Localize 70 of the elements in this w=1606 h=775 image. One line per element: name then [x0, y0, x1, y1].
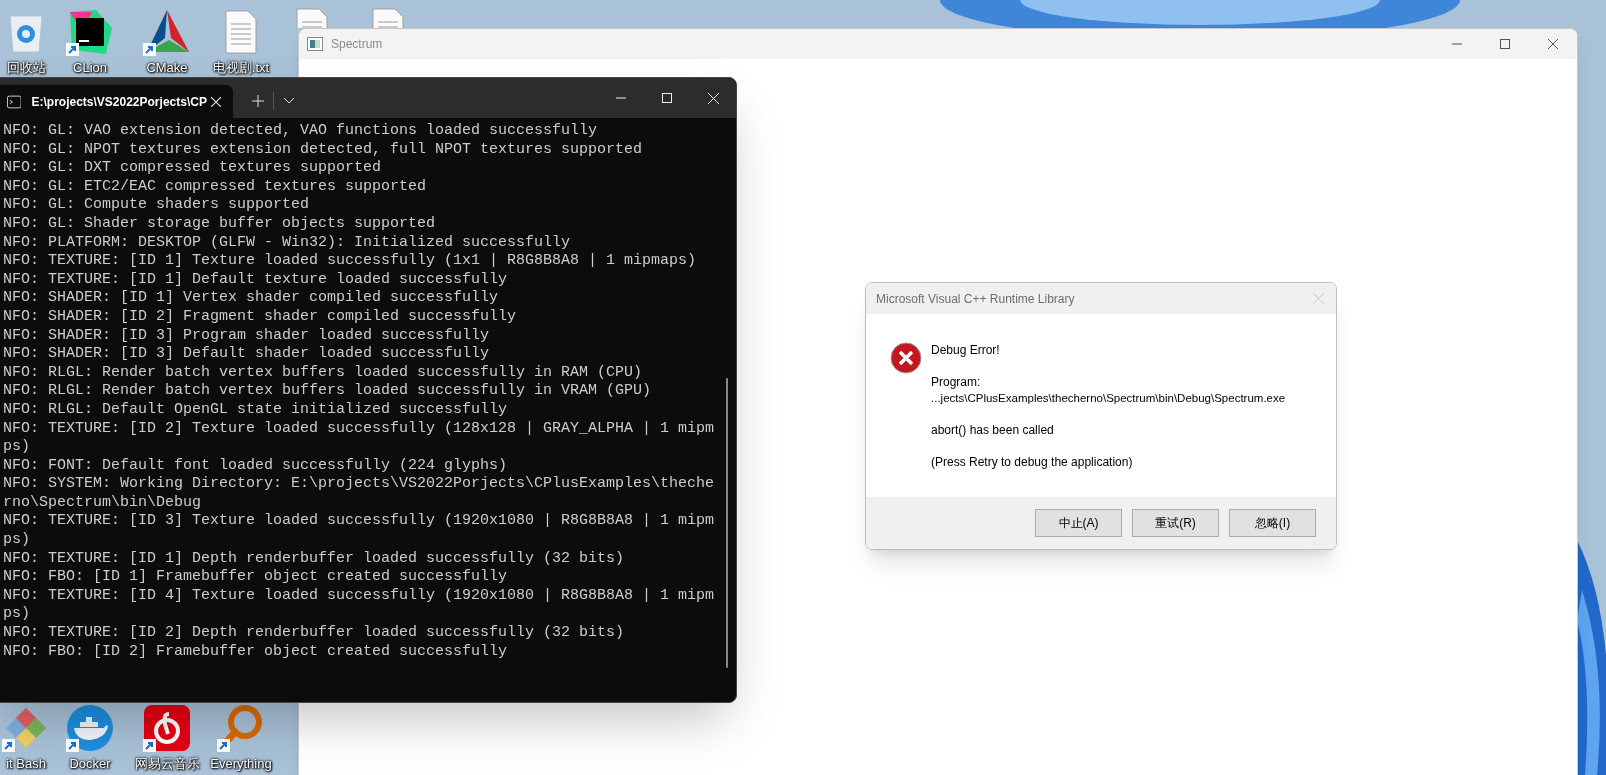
console-line: NFO: SHADER: [ID 1] Vertex shader compiled successfully: [3, 289, 500, 308]
console-line: NFO: SHADER: [ID 3] Default shader loaded successfully: [3, 345, 491, 364]
desktop-icon-label: it Bash: [6, 756, 46, 772]
shortcut-arrow-icon: [2, 739, 15, 752]
tab-title: E:\projects\VS2022Porjects\CP: [31, 93, 207, 111]
desktop-icon-label: CLion: [73, 60, 107, 76]
window-icon: [307, 37, 323, 51]
console-line: NFO: TEXTURE: [ID 1] Depth renderbuffer loaded successfully (32 bits): [3, 549, 626, 569]
program-path: ...jects\CPlusExamples\thecherno\Spectrum\bin\Debug\Spectrum.exe: [931, 391, 1286, 406]
console-line: NFO: PLATFORM: DESKTOP (GLFW - Win32): Initialized successfully: [3, 233, 572, 253]
desktop-icon-label: Docker: [69, 756, 111, 772]
desktop-icon-label: Everything: [210, 756, 272, 772]
close-icon: [1313, 293, 1324, 304]
dialog-button[interactable]: 重试(R): [1132, 509, 1219, 537]
close-icon: [210, 96, 221, 107]
desktop-icon-label: 电视剧.txt: [212, 60, 270, 76]
shortcut-arrow-icon: [66, 739, 79, 752]
console-line: NFO: GL: DXT compressed textures supported: [3, 159, 383, 178]
diamond-icon: [4, 706, 48, 750]
console-line: rno\Spectrum\bin\Debug: [3, 493, 203, 513]
hint-text: (Press Retry to debug the application): [931, 454, 1134, 470]
console-line: NFO: RLGL: Render batch vertex buffers loaded successfully in RAM (CPU): [3, 363, 644, 383]
chevron-down-icon: [284, 98, 294, 104]
console-line: NFO: TEXTURE: [ID 2] Depth renderbuffer loaded successfully (32 bits): [3, 624, 626, 643]
shortcut-arrow-icon: [217, 739, 230, 752]
desktop-icon-label: CMake: [146, 60, 188, 76]
console-line: NFO: GL: NPOT textures extension detected, full NPOT textures supported: [3, 140, 644, 160]
desktop-icon-label: 回收站: [6, 60, 46, 76]
music-app-icon: [143, 704, 191, 752]
console-line: ps): [3, 438, 31, 457]
dialog-button[interactable]: 忽略(I): [1229, 509, 1316, 537]
dialog-title: Microsoft Visual C++ Runtime Library: [876, 290, 1075, 308]
close-icon: [707, 92, 719, 104]
window-title: Spectrum: [331, 36, 383, 53]
program-label: Program:: [931, 374, 982, 390]
terminal-icon: [7, 94, 22, 109]
error-icon: [890, 342, 922, 374]
console-line: NFO: GL: Shader storage buffer objects supported: [3, 214, 437, 234]
console-line: NFO: RLGL: Default OpenGL state initialized successfully: [3, 400, 509, 420]
console-line: NFO: FONT: Default font loaded successfully (224 glyphs): [3, 456, 509, 476]
plus-icon: [252, 95, 264, 107]
shortcut-arrow-icon: [143, 739, 156, 752]
console-line: NFO: TEXTURE: [ID 4] Texture loaded successfully (1920x1080 | R8G8B8A8 | 1 mipm: [3, 586, 716, 606]
console-line: NFO: TEXTURE: [ID 1] Default texture loaded successfully: [3, 270, 509, 290]
console-line: NFO: FBO: [ID 2] Framebuffer object created successfully: [3, 642, 509, 662]
console-line: NFO: GL: VAO extension detected, VAO functions loaded successfully: [3, 122, 599, 141]
console-line: NFO: GL: ETC2/EAC compressed textures supported: [3, 177, 428, 197]
shortcut-arrow-icon: [66, 43, 79, 56]
console-line: NFO: SHADER: [ID 3] Program shader loaded successfully: [3, 326, 491, 346]
dialog-button[interactable]: 中止(A): [1035, 509, 1122, 537]
console-line: NFO: SYSTEM: Working Directory: E:\projects\VS2022Porjects\CPlusExamples\theche: [3, 475, 716, 494]
close-icon: [1548, 39, 1558, 49]
console-line: NFO: FBO: [ID 1] Framebuffer object created successfully: [3, 568, 509, 587]
console-line: NFO: GL: Compute shaders supported: [3, 196, 311, 215]
maximize-icon: [662, 93, 672, 103]
console-line: ps): [3, 605, 31, 625]
document-icon: [224, 10, 258, 54]
console-line: NFO: TEXTURE: [ID 2] Texture loaded successfully (128x128 | GRAY_ALPHA | 1 mipm: [3, 419, 716, 439]
error-heading: Debug Error!: [931, 342, 1001, 358]
console-line: NFO: RLGL: Render batch vertex buffers loaded successfully in VRAM (GPU): [3, 382, 653, 401]
maximize-icon: [1500, 39, 1510, 49]
terminal-tab[interactable]: E:\projects\VS2022Porjects\CP: [0, 85, 233, 118]
console-line: NFO: TEXTURE: [ID 1] Texture loaded successfully (1x1 | R8G8B8A8 | 1 mipmaps): [3, 252, 698, 271]
desktop-icon-label: 网易云音乐: [134, 756, 200, 772]
console-line: ps): [3, 531, 31, 550]
error-message: abort() has been called: [931, 422, 1055, 438]
whale-icon: [66, 704, 114, 752]
console-line: NFO: TEXTURE: [ID 3] Texture loaded successfully (1920x1080 | R8G8B8A8 | 1 mipm: [3, 512, 716, 532]
console-line: NFO: SHADER: [ID 2] Fragment shader compiled successfully: [3, 307, 518, 327]
shortcut-arrow-icon: [143, 43, 156, 56]
